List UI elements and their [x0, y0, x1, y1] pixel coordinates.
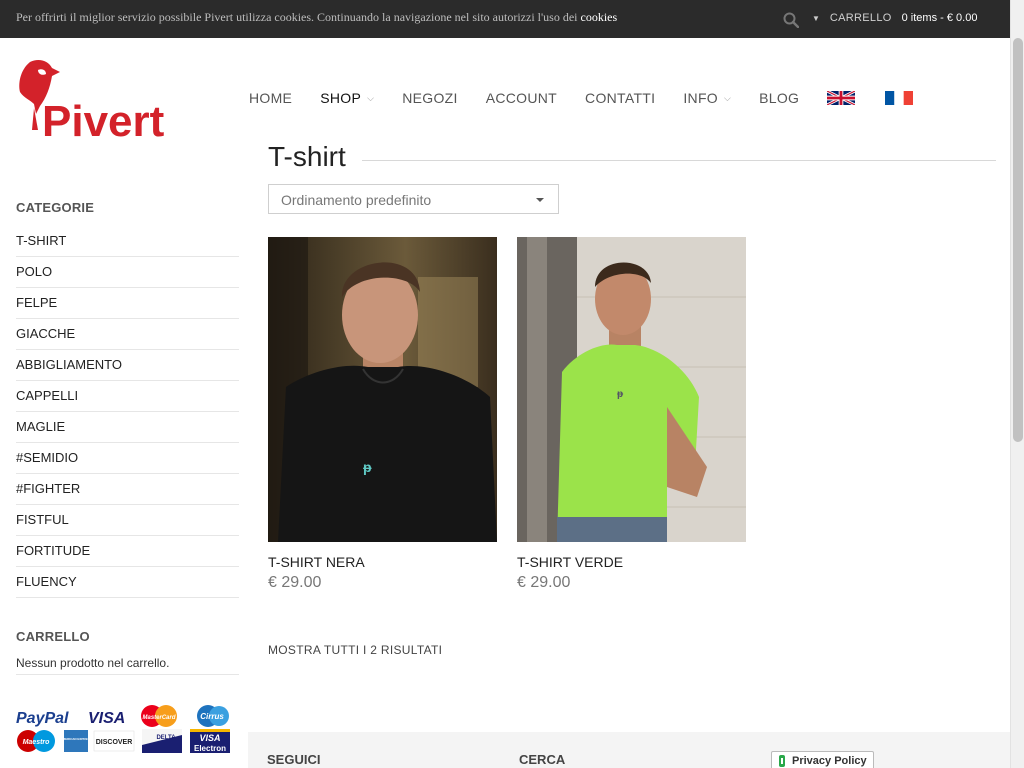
page-title: T-shirt — [268, 141, 346, 172]
category-item[interactable]: FLUENCY — [16, 567, 239, 598]
visa-delta-logo: DELTA — [142, 729, 182, 753]
caret-down-icon — [536, 198, 544, 202]
svg-text:Maestro: Maestro — [23, 739, 51, 746]
black-tshirt — [278, 365, 497, 542]
visa-logo: VISA — [88, 710, 125, 727]
top-bar: Per offrirti il miglior servizio possibi… — [0, 0, 1010, 38]
cirrus-logo: Cirrus — [197, 705, 229, 727]
cookie-notice: Per offrirti il miglior servizio possibi… — [16, 10, 617, 25]
chevron-down-icon: ⌵ — [367, 92, 375, 103]
category-item[interactable]: FORTITUDE — [16, 536, 239, 567]
svg-text:PayPal: PayPal — [16, 710, 69, 727]
mastercard-logo: MasterCard — [141, 705, 177, 727]
cart-heading: CARRELLO — [16, 629, 90, 644]
nav-account-label: ACCOUNT — [485, 90, 558, 106]
logo-wordmark: Pivert — [42, 97, 165, 140]
pivert-logo[interactable]: Pivert — [16, 58, 186, 140]
svg-text:Cirrus: Cirrus — [200, 712, 224, 721]
scrollbar-thumb[interactable] — [1013, 38, 1023, 442]
nav-blog[interactable]: BLOG — [759, 90, 799, 106]
product-image[interactable]: ᵽ — [517, 237, 746, 542]
title-divider — [362, 160, 996, 161]
product-card[interactable]: ᵽ T-SHIRT NERA € 29.00 — [268, 237, 497, 592]
nav-negozi-label: NEGOZI — [402, 90, 458, 106]
svg-text:MasterCard: MasterCard — [142, 715, 175, 721]
nav-shop[interactable]: SHOP ⌵ — [320, 90, 374, 106]
product-card[interactable]: ᵽ T-SHIRT VERDE € 29.00 — [517, 237, 746, 592]
category-item[interactable]: ABBIGLIAMENTO — [16, 350, 239, 381]
footer: SEGUICI CERCA — [248, 732, 1010, 768]
categories-heading: CATEGORIE — [16, 200, 95, 215]
category-item[interactable]: CAPPELLI — [16, 381, 239, 412]
payment-methods: PayPal VISA MasterCard Cirrus Maestro AM… — [16, 705, 230, 753]
caret-down-icon: ▼ — [812, 13, 820, 23]
nav-home[interactable]: HOME — [249, 90, 292, 106]
svg-text:Electron: Electron — [194, 744, 226, 753]
category-item[interactable]: POLO — [16, 257, 239, 288]
product-name[interactable]: T-SHIRT VERDE — [517, 554, 746, 570]
uk-flag-icon[interactable] — [827, 91, 856, 105]
privacy-policy-button[interactable]: Privacy Policy — [771, 751, 874, 768]
svg-text:VISA: VISA — [199, 733, 220, 743]
svg-text:ᵽ: ᵽ — [363, 459, 372, 475]
category-item[interactable]: MAGLIE — [16, 412, 239, 443]
nav-negozi[interactable]: NEGOZI — [402, 90, 457, 106]
sort-select[interactable]: Ordinamento predefinito — [268, 184, 559, 214]
nav-account[interactable]: ACCOUNT — [486, 90, 557, 106]
svg-text:DELTA: DELTA — [156, 735, 176, 741]
category-item[interactable]: #SEMIDIO — [16, 443, 239, 474]
page-scrollbar[interactable] — [1010, 0, 1024, 768]
footer-search-heading: CERCA — [519, 752, 566, 767]
footer-follow-heading: SEGUICI — [267, 752, 321, 767]
france-flag-icon[interactable] — [885, 91, 914, 105]
visa-electron-logo: VISA Electron — [190, 729, 230, 753]
category-item[interactable]: T-SHIRT — [16, 226, 239, 257]
nav-blog-label: BLOG — [759, 90, 800, 106]
svg-text:VISA: VISA — [88, 710, 125, 727]
maestro-logo: Maestro — [17, 730, 55, 752]
amex-logo: AMERICAN EXPRESS — [60, 730, 92, 752]
svg-text:DISCOVER: DISCOVER — [96, 739, 133, 746]
privacy-icon — [779, 755, 785, 767]
cart-empty-message: Nessun prodotto nel carrello. — [16, 656, 239, 675]
nav-shop-label: SHOP — [320, 90, 362, 106]
nav-info-label: INFO — [683, 90, 719, 106]
discover-logo: DISCOVER — [93, 730, 135, 752]
results-count: MOSTRA TUTTI I 2 RISULTATI — [268, 643, 443, 657]
cart-summary: 0 items - € 0.00 — [901, 12, 978, 24]
svg-text:ᵽ: ᵽ — [617, 389, 624, 400]
sort-select-value: Ordinamento predefinito — [281, 192, 432, 208]
category-item[interactable]: #FIGHTER — [16, 474, 239, 505]
category-item[interactable]: FELPE — [16, 288, 239, 319]
category-item[interactable]: FISTFUL — [16, 505, 239, 536]
product-name[interactable]: T-SHIRT NERA — [268, 554, 497, 570]
nav-home-label: HOME — [249, 90, 293, 106]
category-item[interactable]: GIACCHE — [16, 319, 239, 350]
cart-widget[interactable]: ▼ CARRELLO 0 items - € 0.00 — [812, 12, 977, 24]
product-image[interactable]: ᵽ — [268, 237, 497, 542]
svg-text:AMERICAN EXPRESS: AMERICAN EXPRESS — [60, 737, 91, 741]
paypal-logo: PayPal — [16, 710, 69, 727]
privacy-policy-label: Privacy Policy — [792, 755, 867, 767]
product-price: € 29.00 — [268, 574, 322, 591]
category-list: T-SHIRT POLO FELPE GIACCHE ABBIGLIAMENTO… — [16, 226, 239, 598]
cookie-notice-text: Per offrirti il miglior servizio possibi… — [16, 10, 578, 24]
search-icon[interactable] — [783, 12, 799, 28]
main-nav: HOME SHOP ⌵ NEGOZI ACCOUNT CONTATTI INFO ⌵… — [249, 90, 943, 106]
nav-info[interactable]: INFO ⌵ — [683, 90, 731, 106]
cookies-link[interactable]: cookies — [581, 10, 618, 24]
chevron-down-icon: ⌵ — [724, 92, 732, 103]
nav-contatti-label: CONTATTI — [585, 90, 656, 106]
product-price: € 29.00 — [517, 574, 571, 591]
cart-label: CARRELLO — [829, 12, 892, 24]
nav-contatti[interactable]: CONTATTI — [585, 90, 655, 106]
